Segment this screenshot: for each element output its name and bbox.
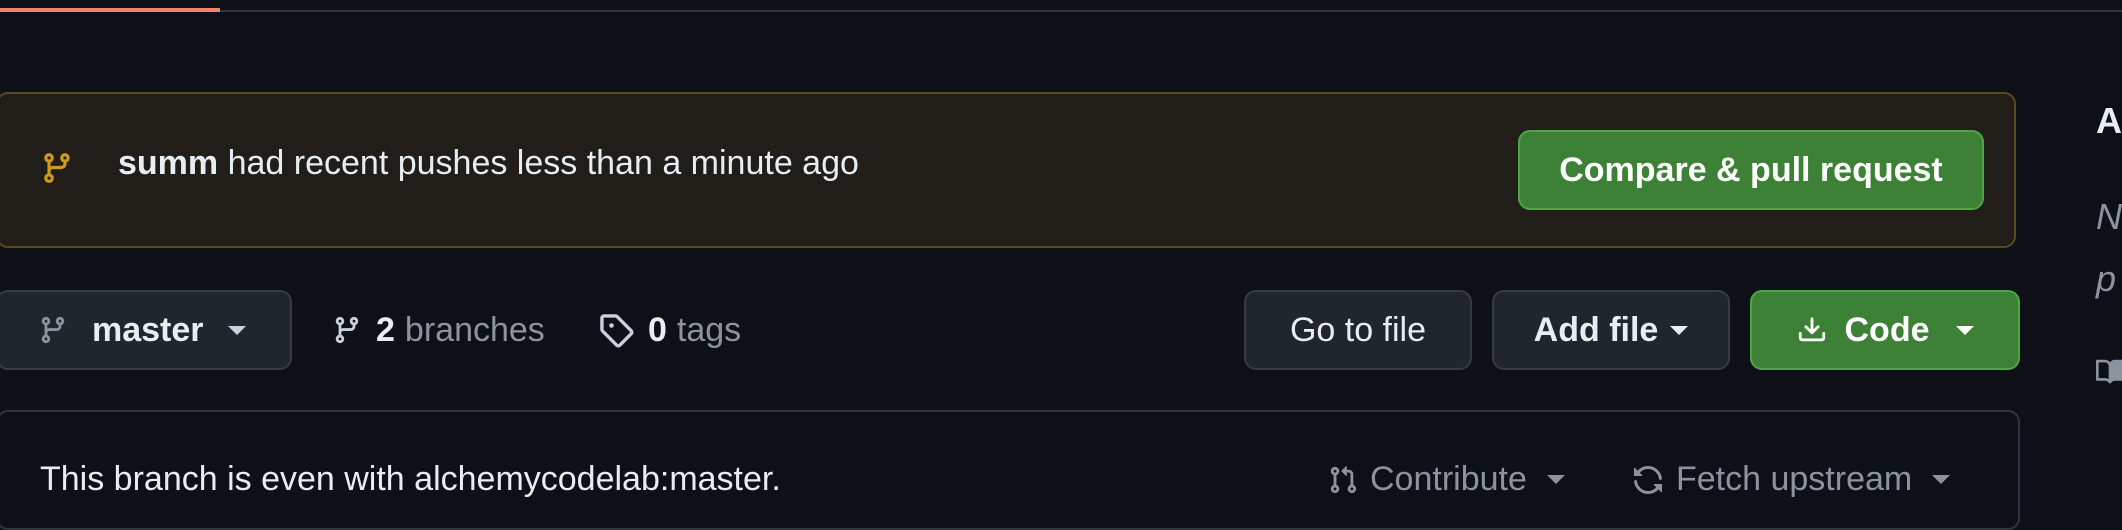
code-button[interactable]: Code — [1750, 290, 2020, 370]
branch-status-box: This branch is even with alchemycodelab:… — [0, 410, 2020, 530]
chevron-down-icon — [1932, 475, 1951, 484]
tags-count: 0 — [648, 310, 667, 349]
tags-label: tags — [676, 310, 742, 349]
tab-bar-divider — [0, 10, 2122, 12]
about-heading-partial: A — [2096, 100, 2122, 141]
branches-count: 2 — [376, 310, 395, 349]
sync-icon — [1634, 465, 1662, 494]
tags-link[interactable]: 0 tags — [598, 290, 741, 370]
push-message-text: had recent pushes less than a minute ago — [227, 144, 859, 182]
add-file-label: Add file — [1533, 310, 1659, 349]
recent-push-banner: summ had recent pushes less than a minut… — [0, 92, 2016, 248]
chevron-down-icon — [1546, 475, 1565, 484]
branch-selector-label: master — [92, 310, 204, 349]
about-description-partial-2: p — [2096, 258, 2117, 299]
branches-link[interactable]: 2 branches — [332, 290, 545, 370]
pull-request-icon — [1330, 465, 1357, 493]
go-to-file-button[interactable]: Go to file — [1244, 290, 1472, 370]
pushed-branch-name[interactable]: summ — [118, 144, 218, 182]
book-icon — [2096, 359, 2122, 384]
about-description-partial: N — [2096, 196, 2122, 237]
tag-icon — [600, 314, 634, 348]
download-icon — [1798, 317, 1825, 342]
active-tab-underline — [0, 8, 220, 12]
contribute-button[interactable]: Contribute — [1328, 460, 1565, 499]
git-branch-icon — [335, 316, 359, 344]
chevron-down-icon — [1670, 325, 1689, 335]
branches-label: branches — [404, 310, 545, 349]
git-branch-icon — [44, 153, 70, 183]
recent-push-message: summ had recent pushes less than a minut… — [118, 144, 859, 183]
branch-status-message: This branch is even with alchemycodelab:… — [40, 460, 781, 498]
add-file-button[interactable]: Add file — [1492, 290, 1730, 370]
repo-toolbar: master 2 branches 0 tags Go to file Add … — [0, 290, 2020, 370]
fetch-upstream-button[interactable]: Fetch upstream — [1632, 460, 1951, 499]
contribute-label: Contribute — [1370, 460, 1527, 498]
code-label: Code — [1844, 310, 1930, 349]
git-branch-icon — [41, 316, 65, 344]
chevron-down-icon — [1955, 325, 1974, 335]
compare-pull-request-button[interactable]: Compare & pull request — [1518, 130, 1984, 210]
chevron-down-icon — [227, 325, 246, 335]
fetch-upstream-label: Fetch upstream — [1676, 460, 1913, 498]
branch-selector-button[interactable]: master — [0, 290, 292, 370]
